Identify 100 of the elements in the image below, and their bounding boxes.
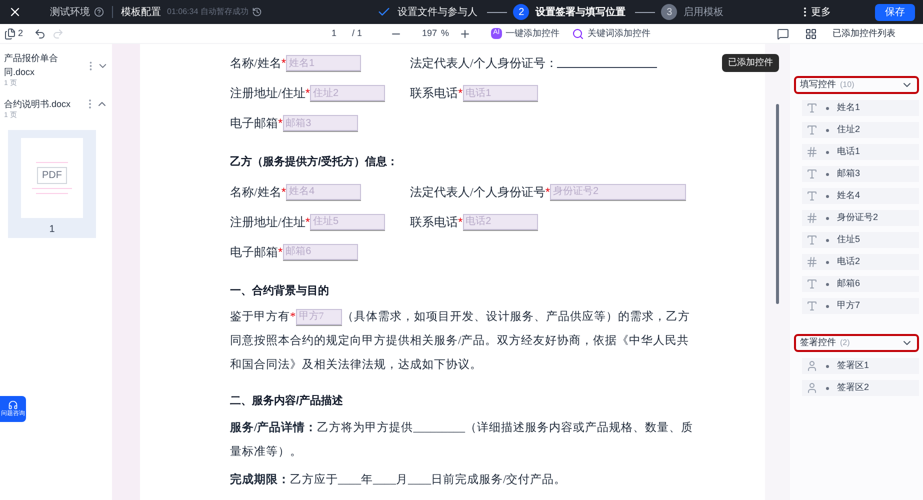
zoom-unit: %	[441, 26, 450, 40]
control-item[interactable]: 身份证号2	[802, 210, 919, 226]
help-icon[interactable]	[94, 7, 104, 17]
text-icon	[806, 124, 818, 136]
control-label: 住址2	[837, 123, 860, 136]
control-label: 签署区2	[837, 381, 870, 394]
control-item[interactable]: 姓名4	[802, 188, 919, 204]
pdf-label: PDF	[37, 166, 67, 184]
control-label: 姓名4	[837, 189, 860, 202]
text-icon	[806, 168, 818, 180]
control-item[interactable]: 住址5	[802, 232, 919, 248]
number-icon	[806, 212, 818, 224]
page-input[interactable]: 1	[324, 26, 344, 40]
field-label: 联系电话	[410, 214, 458, 230]
field-label: 电子邮箱	[230, 115, 278, 132]
control-label: 甲方7	[837, 299, 860, 312]
paragraph: 完成期限：乙方应于____年____月____日前完成服务/交付产品。	[230, 472, 568, 488]
page-thumbnail[interactable]: PDF 1	[8, 130, 96, 238]
field-label: 名称/姓名	[230, 184, 282, 200]
control-item[interactable]: 邮箱6	[802, 276, 919, 292]
environment-label: 测试环境	[50, 6, 90, 20]
required-mark: *	[278, 115, 283, 132]
group-header[interactable]: 填写控件 (10)	[794, 76, 919, 94]
text-icon	[806, 300, 818, 312]
section-heading: 乙方（服务提供方/受托方）信息：	[230, 154, 400, 170]
control-label: 姓名1	[837, 101, 860, 114]
control-label: 邮箱3	[837, 167, 860, 180]
text-icon	[806, 234, 818, 246]
step-number: 2	[513, 4, 530, 20]
comment-icon[interactable]	[776, 28, 789, 40]
step-label[interactable]: 启用模板	[683, 4, 724, 20]
file-name[interactable]: 合约说明书.docx	[4, 98, 71, 111]
save-button[interactable]: 保存	[875, 4, 915, 20]
scrollbar[interactable]	[776, 104, 779, 304]
control-label: 电话2	[837, 255, 860, 268]
control-item[interactable]: 住址2	[802, 122, 919, 138]
file-count: 2	[18, 26, 24, 40]
group-title: 填写控件	[800, 78, 836, 92]
paragraph: 鉴于甲方有* 甲方7 （具体需求，如项目开发、设计服务、产品供应等）的需求，乙方同意按照本合约的规定向甲方提供相关服务/产品。双方经友好协商，依据《中华人民共和国合同法》及相关法律法规，达成如下协议。	[230, 305, 695, 377]
control-item[interactable]: 电话1	[802, 144, 919, 160]
section-heading: 一、合约背景与目的	[230, 284, 330, 298]
field-label: 注册地址/住址	[230, 214, 306, 230]
field-label: 电子邮箱	[230, 244, 278, 260]
field-label: 注册地址/住址	[230, 85, 306, 102]
history-icon[interactable]	[252, 7, 262, 17]
person-icon	[806, 382, 818, 394]
number-icon	[806, 256, 818, 268]
control-label: 身份证号2	[837, 211, 878, 224]
control-label: 电话1	[837, 145, 860, 158]
save-status: 01:06:34 自动暂存成功	[167, 6, 248, 18]
required-mark: *	[458, 85, 463, 102]
paragraph: 服务/产品详情：乙方将为甲方提供_________（详细描述服务内容或产品规格、数量、质量标准等）。	[230, 420, 694, 460]
step-label[interactable]: 设置文件与参与人	[397, 4, 478, 20]
control-item[interactable]: 电话2	[802, 254, 919, 270]
text-icon	[806, 102, 818, 114]
group-title: 签署控件	[800, 336, 836, 350]
more-button[interactable]: 更多	[799, 4, 831, 20]
field-label: 法定代表人/个人身份证号：	[410, 55, 558, 72]
search-icon	[572, 28, 584, 40]
section-heading: 二、服务内容/产品描述	[230, 394, 344, 409]
zoom-value[interactable]: 197	[422, 26, 438, 40]
required-mark: *	[281, 55, 286, 72]
required-mark: *	[458, 214, 463, 230]
undo-icon[interactable]	[34, 28, 46, 40]
step-number: 3	[661, 4, 678, 20]
group-count: (2)	[840, 337, 850, 349]
close-icon[interactable]	[8, 5, 22, 19]
headset-icon	[8, 400, 18, 410]
required-mark: *	[281, 184, 286, 200]
keyword-add-button[interactable]: 关键词添加控件	[572, 26, 651, 40]
group-header[interactable]: 签署控件 (2)	[794, 334, 919, 352]
control-label: 邮箱6	[837, 277, 860, 290]
required-mark: *	[290, 310, 296, 325]
file-name[interactable]: 产品报价单合同.docx	[4, 52, 85, 79]
tooltip: 已添加控件	[722, 54, 779, 72]
field-label: 名称/姓名	[230, 55, 282, 72]
control-label: 住址5	[837, 233, 860, 246]
control-item[interactable]: 邮箱3	[802, 166, 919, 182]
grid-icon[interactable]	[804, 28, 817, 40]
number-icon	[806, 146, 818, 158]
control-item[interactable]: 签署区1	[802, 358, 919, 374]
page-total: / 1	[352, 26, 362, 40]
step-label[interactable]: 设置签署与填写位置	[535, 4, 626, 20]
field-label: 联系电话	[410, 85, 458, 102]
files-icon[interactable]	[4, 28, 16, 40]
required-mark: *	[278, 244, 283, 260]
control-item[interactable]: 姓名1	[802, 100, 919, 116]
text-icon	[806, 190, 818, 202]
page-number: 1	[49, 222, 55, 236]
required-mark: *	[305, 214, 310, 230]
control-item[interactable]: 签署区2	[802, 380, 919, 396]
panel-title: 已添加控件列表	[832, 26, 896, 40]
person-icon	[806, 360, 818, 372]
zoom-in-icon[interactable]	[459, 28, 472, 40]
text-icon	[806, 278, 818, 290]
control-item[interactable]: 甲方7	[802, 298, 919, 314]
required-mark: *	[545, 184, 550, 200]
group-count: (10)	[840, 79, 854, 91]
field-label: 法定代表人/个人身份证号	[410, 184, 546, 200]
control-label: 签署区1	[837, 359, 870, 372]
